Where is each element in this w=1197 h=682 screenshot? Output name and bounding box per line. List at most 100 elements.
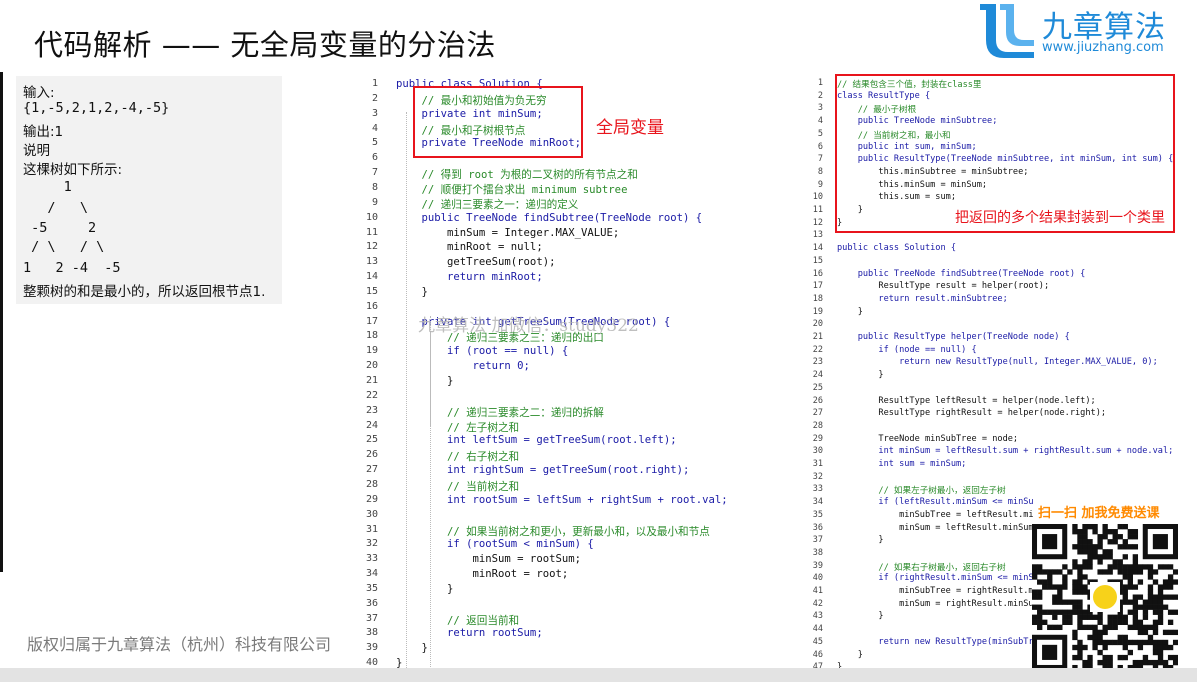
line-number: 21 (365, 375, 378, 386)
code-line: return result.minSubtree; (837, 293, 1008, 304)
code-line: } (837, 649, 863, 660)
line-number: 19 (812, 306, 823, 317)
code-line: // 如果当前树之和更小，更新最小和，以及最小和节点 (396, 525, 710, 538)
code-line: public TreeNode findSubtree(TreeNode roo… (837, 268, 1086, 279)
code-line: // 右子树之和 (396, 451, 520, 464)
line-number: 3 (371, 107, 378, 119)
line-number: 10 (365, 211, 378, 223)
line-number: 36 (365, 597, 378, 609)
logo-url: www.jiuzhang.com (1042, 40, 1164, 55)
example-line: 1 (23, 179, 72, 195)
line-number: 18 (812, 293, 823, 304)
line-number: 38 (812, 547, 823, 558)
code-line: // 递归三要素之二：递归的拆解 (396, 406, 604, 419)
line-number: 38 (365, 627, 378, 639)
watermark-text: 九章算法 加微信：study322 (418, 316, 639, 336)
line-number: 44 (812, 624, 823, 635)
line-number: 35 (365, 582, 378, 594)
line-number: 46 (812, 649, 823, 660)
code-line: ResultType rightResult = helper(node.rig… (837, 408, 1107, 419)
line-number: 24 (812, 370, 823, 381)
line-number: 25 (812, 382, 823, 393)
line-number: 32 (365, 538, 378, 550)
line-number: 5 (371, 137, 378, 149)
line-number: 23 (365, 404, 378, 416)
line-number: 15 (365, 285, 378, 297)
example-line: -5 2 (23, 220, 97, 236)
line-number: 2 (371, 92, 378, 104)
line-number: 28 (365, 478, 378, 490)
code-line: return new ResultType(minSubTr (837, 636, 1034, 647)
line-number: 40 (812, 573, 823, 584)
code-line: } (837, 370, 884, 381)
line-number: 13 (365, 256, 378, 268)
example-line: 整颗树的和是最小的，所以返回根节点1. (23, 284, 266, 300)
line-number: 39 (365, 642, 378, 654)
line-number: 1 (371, 78, 378, 89)
line-number: 5 (817, 128, 823, 139)
code-line: public ResultType helper(TreeNode node) … (837, 332, 1070, 342)
code-line: return rootSum; (396, 627, 543, 640)
line-number: 25 (365, 434, 378, 446)
left-accent-bar (0, 72, 3, 572)
line-number: 6 (371, 152, 378, 164)
example-line: 输入: (23, 85, 55, 101)
line-number: 16 (812, 268, 823, 279)
line-number: 8 (371, 181, 378, 193)
code-line: minRoot = null; (396, 241, 543, 254)
example-line: / \ (23, 200, 89, 216)
code-line: minSum = rootSum; (396, 553, 581, 566)
code-line: return 0; (396, 360, 530, 373)
code-line: // 如果右子树最小，返回右子树 (837, 562, 1006, 573)
code-panel-global: 1 public class Solution {2 // 最小和初始值为负无穷 3… (360, 76, 780, 672)
line-number: 9 (817, 179, 823, 190)
line-number: 31 (812, 459, 823, 469)
line-number: 6 (817, 141, 823, 152)
line-number: 34 (812, 497, 823, 508)
line-number: 37 (365, 612, 378, 624)
code-line: ResultType result = helper(root); (837, 281, 1050, 292)
code-line: } (837, 306, 863, 317)
line-number: 33 (812, 484, 823, 495)
line-number: 18 (365, 330, 378, 342)
example-panel: 输入: {1,-5,2,1,2,-4,-5} 输出:1 说明 这棵树如下所示: 1 / … (16, 76, 282, 304)
line-number: 29 (365, 493, 378, 505)
line-number: 13 (812, 230, 823, 241)
line-number: 10 (812, 192, 823, 203)
code-line: int sum = minSum; (837, 459, 967, 469)
example-line: {1,-5,2,1,2,-4,-5} (23, 100, 170, 116)
line-number: 11 (812, 205, 823, 215)
line-number: 39 (812, 560, 823, 571)
line-number: 7 (371, 167, 378, 179)
example-line: 说明 (23, 143, 50, 159)
line-number: 30 (365, 508, 378, 520)
code-line: minRoot = root; (396, 568, 569, 581)
code-line: if (root == null) { (396, 345, 569, 358)
code-line: TreeNode minSubTree = node; (837, 433, 1019, 444)
code-line: } (396, 642, 428, 655)
code-line: if (rightResult.minSum <= minS (837, 573, 1034, 584)
code-line: } (837, 535, 884, 546)
line-number: 20 (812, 319, 823, 330)
line-number: 21 (812, 332, 823, 342)
line-number: 37 (812, 535, 823, 546)
line-number: 35 (812, 509, 823, 520)
line-number: 20 (365, 360, 378, 372)
line-number: 26 (812, 395, 823, 406)
code-line: public class Solution { (837, 243, 956, 254)
line-number: 12 (812, 217, 823, 228)
line-number: 4 (371, 122, 378, 134)
code-line: // 如果左子树最小，返回左子树 (837, 486, 1006, 497)
jiuzhang-logo-icon (980, 4, 1034, 58)
line-number: 28 (812, 420, 823, 431)
code-line: } (396, 582, 454, 595)
line-number: 7 (817, 154, 823, 165)
line-number: 14 (812, 243, 823, 254)
line-number: 26 (365, 449, 378, 461)
code-line: minSum = rightResult.minSu (837, 598, 1034, 609)
line-number: 9 (371, 196, 378, 208)
code-line: ResultType leftResult = helper(node.left… (837, 395, 1096, 406)
line-number: 17 (365, 315, 378, 327)
code-line: // 左子树之和 (396, 421, 520, 434)
line-number: 42 (812, 598, 823, 609)
